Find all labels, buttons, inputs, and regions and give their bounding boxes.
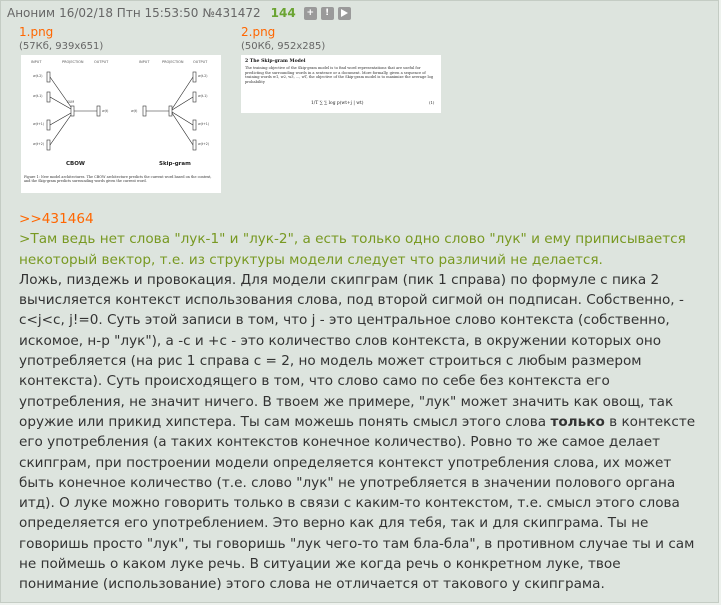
- play-triangle: [340, 9, 348, 17]
- file-1-name-link[interactable]: 1.png: [19, 25, 103, 39]
- thumb1-cbow-wm2: w(t-2): [33, 74, 43, 78]
- thumb1-sg-wt: w(t): [131, 109, 137, 113]
- thumb1-input-left: INPUT: [31, 60, 42, 64]
- post-body: >>431464 >Там ведь нет слова "лук-1" и "…: [19, 209, 699, 595]
- cbow-skipgram-diagram: INPUT PROJECTION OUTPUT INPUT PROJECTION…: [21, 55, 221, 193]
- thumb1-sum: SUM: [67, 100, 74, 104]
- thumb1-output-left: OUTPUT: [94, 60, 109, 64]
- greentext-quote: >Там ведь нет слова "лук-1" и "лук-2", а…: [19, 231, 686, 268]
- body-bold-word: только: [550, 413, 605, 430]
- body-text-part1: Ложь, пиздежь и провокация. Для модели с…: [19, 271, 684, 430]
- thumb1-sg-wm1: w(t-1): [198, 94, 208, 98]
- skipgram-paper-excerpt: 2 The Skip-gram Model The training objec…: [241, 55, 441, 113]
- file-1: 1.png (57Кб, 939x651): [19, 25, 103, 53]
- body-text-part2: в контексте его употребления (а таких ко…: [19, 413, 696, 593]
- file-2: 2.png (50Кб, 952x285): [241, 25, 325, 53]
- thumb1-cbow-title: CBOW: [66, 161, 85, 167]
- report-icon[interactable]: !: [320, 6, 334, 20]
- thumb2-heading: 2 The Skip-gram Model: [245, 58, 306, 64]
- post-ordinal: 144: [270, 6, 296, 20]
- post: Аноним 16/02/18 Птн 15:53:50 №431472 144…: [0, 0, 719, 603]
- file-1-meta: (57Кб, 939x651): [19, 41, 104, 52]
- thumb1-sg-wp1: w(t+1): [198, 122, 209, 126]
- thumb1-cbow-wm1: w(t-1): [33, 94, 43, 98]
- thumb1-cbow-wp2: w(t+2): [33, 142, 44, 146]
- thumb1-output-right: OUTPUT: [193, 60, 208, 64]
- thumb2-eqnum: (1): [429, 100, 435, 105]
- post-author: Аноним: [7, 6, 56, 20]
- thumb1-sg-wp2: w(t+2): [198, 142, 209, 146]
- thumb1-caption: Figure 1: New model architectures. The C…: [24, 175, 212, 184]
- expand-icon-glyph: +: [306, 7, 314, 18]
- report-icon-glyph: !: [325, 7, 330, 18]
- reply-link[interactable]: >>431464: [19, 209, 699, 229]
- thumb1-projection-right: PROJECTION: [162, 60, 184, 64]
- play-icon[interactable]: ▶: [337, 6, 351, 20]
- file-2-meta: (50Кб, 952x285): [241, 41, 326, 52]
- post-header: Аноним 16/02/18 Птн 15:53:50 №431472 144…: [7, 4, 355, 22]
- post-date: 16/02/18 Птн 15:53:50: [59, 6, 199, 20]
- file-1-thumbnail[interactable]: INPUT PROJECTION OUTPUT INPUT PROJECTION…: [21, 55, 221, 193]
- file-2-thumbnail[interactable]: 2 The Skip-gram Model The training objec…: [241, 55, 441, 113]
- thumb1-sg-wm2: w(t-2): [198, 74, 208, 78]
- thumb1-sg-title: Skip-gram: [159, 161, 191, 167]
- expand-icon[interactable]: +: [303, 6, 317, 20]
- thumb1-projection-left: PROJECTION: [62, 60, 84, 64]
- file-2-name-link[interactable]: 2.png: [241, 25, 325, 39]
- thumb2-paragraph: The training objective of the Skip-gram …: [245, 66, 434, 84]
- post-number-link[interactable]: №431472: [202, 6, 260, 20]
- thumb1-cbow-wt: w(t): [102, 109, 108, 113]
- thumb2-formula: 1/T ∑ ∑ log p(wt+j | wt): [311, 100, 364, 106]
- thumb1-input-right: INPUT: [139, 60, 150, 64]
- thumb1-cbow-wp1: w(t+1): [33, 122, 44, 126]
